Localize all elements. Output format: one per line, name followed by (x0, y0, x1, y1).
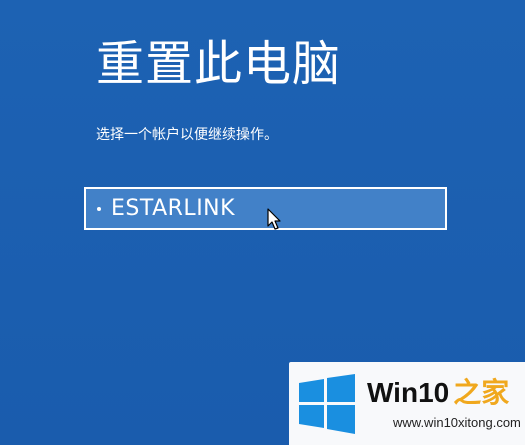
page-subtitle: 选择一个帐户以便继续操作。 (96, 127, 278, 143)
watermark-url: www.win10xitong.com (393, 415, 521, 430)
reset-pc-screen: 重置此电脑 选择一个帐户以便继续操作。 ESTARLINK Win10 之家 ww… (0, 0, 525, 445)
watermark-brand: Win10 之家 (367, 376, 509, 410)
account-bullet-icon (97, 206, 101, 211)
watermark-brand-main: Win10 (367, 377, 450, 408)
account-tile-estarlink[interactable]: ESTARLINK (84, 187, 447, 230)
watermark-badge: Win10 之家 www.win10xitong.com (289, 362, 525, 445)
page-title: 重置此电脑 (96, 36, 342, 92)
mouse-pointer-icon (267, 208, 281, 230)
windows-logo-icon (299, 374, 355, 434)
account-name: ESTARLINK (111, 195, 236, 221)
watermark-brand-accent: 之家 (453, 377, 510, 408)
